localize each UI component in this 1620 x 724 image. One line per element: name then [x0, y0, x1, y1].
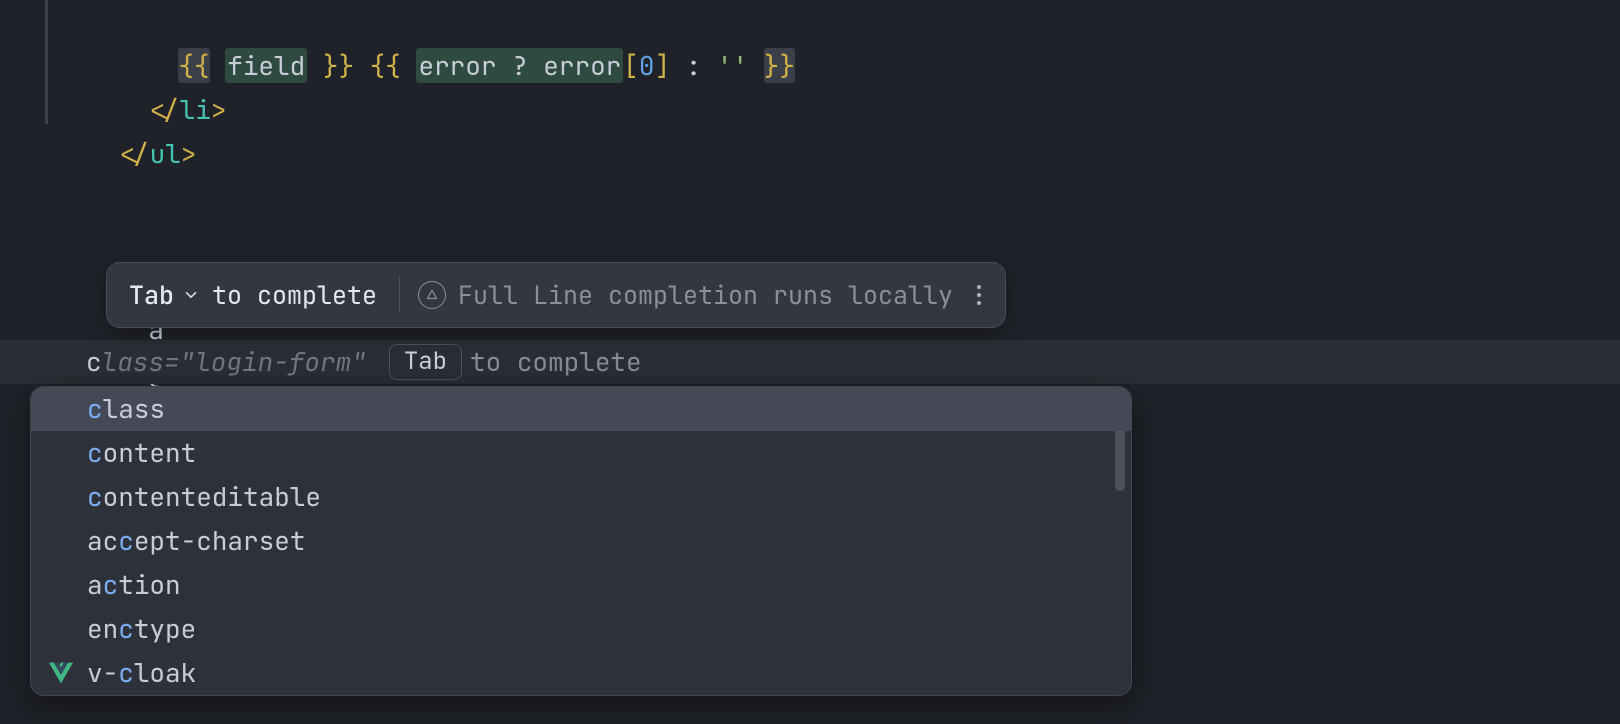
- code-line[interactable]: </li>: [0, 44, 1620, 88]
- code-line-blank[interactable]: [0, 132, 1620, 176]
- completion-text-post: ept-charset: [134, 519, 306, 563]
- code-line[interactable]: </ul>: [0, 88, 1620, 132]
- completion-text-post: ontent: [103, 431, 197, 475]
- completion-text-post: tion: [118, 563, 180, 607]
- completion-text-pre: ac: [87, 519, 118, 563]
- local-completion-icon: [418, 281, 446, 309]
- chevron-down-icon[interactable]: [182, 286, 200, 304]
- completion-item[interactable]: action: [31, 563, 1131, 607]
- completion-text-post: type: [134, 607, 196, 651]
- vue-icon: [49, 662, 73, 684]
- completion-popup[interactable]: classcontentcontenteditableaccept-charse…: [30, 386, 1132, 696]
- completion-text-pre: en: [87, 607, 118, 651]
- kebab-menu-icon[interactable]: [971, 279, 987, 311]
- completion-text-match: c: [118, 519, 134, 563]
- completion-text-match: c: [118, 651, 134, 695]
- completion-text-match: c: [87, 387, 103, 431]
- code-line[interactable]: {{ field }} {{ error ? error[0] : '' }}: [0, 0, 1620, 44]
- completion-text-pre: a: [87, 563, 103, 607]
- completion-text-post: lass: [103, 387, 165, 431]
- completion-item[interactable]: contenteditable: [31, 475, 1131, 519]
- hint-to-complete: to complete: [470, 340, 642, 384]
- banner-to-complete: to complete: [212, 278, 377, 312]
- completion-text-match: c: [87, 431, 103, 475]
- completion-text-post: ontenteditable: [103, 475, 321, 519]
- banner-info-text: Full Line completion runs locally: [458, 278, 953, 312]
- completion-item[interactable]: content: [31, 431, 1131, 475]
- tag-highlight: [56, 176, 134, 220]
- completion-text-pre: v-: [87, 651, 118, 695]
- completion-text-match: c: [87, 475, 103, 519]
- completion-item[interactable]: accept-charset: [31, 519, 1131, 563]
- code-line[interactable]: ref="formRef": [0, 220, 1620, 264]
- completion-banner: Tab to complete Full Line completion run…: [106, 262, 1006, 328]
- inline-completion-hint[interactable]: class="login-form" Tab to complete: [0, 340, 1620, 384]
- tab-key-pill[interactable]: Tab: [389, 344, 462, 380]
- completion-text-match: c: [118, 607, 134, 651]
- code-line[interactable]: <form: [0, 176, 1620, 220]
- banner-separator: [399, 277, 400, 313]
- typed-char: c: [86, 340, 102, 384]
- completion-item[interactable]: enctype: [31, 607, 1131, 651]
- completion-item[interactable]: v-cloak: [31, 651, 1131, 695]
- banner-tab-label[interactable]: Tab: [129, 278, 174, 312]
- completion-text-post: loak: [134, 651, 196, 695]
- completion-item[interactable]: class: [31, 387, 1131, 431]
- completion-text-match: c: [103, 563, 119, 607]
- ghost-text: lass="login-form": [102, 340, 385, 384]
